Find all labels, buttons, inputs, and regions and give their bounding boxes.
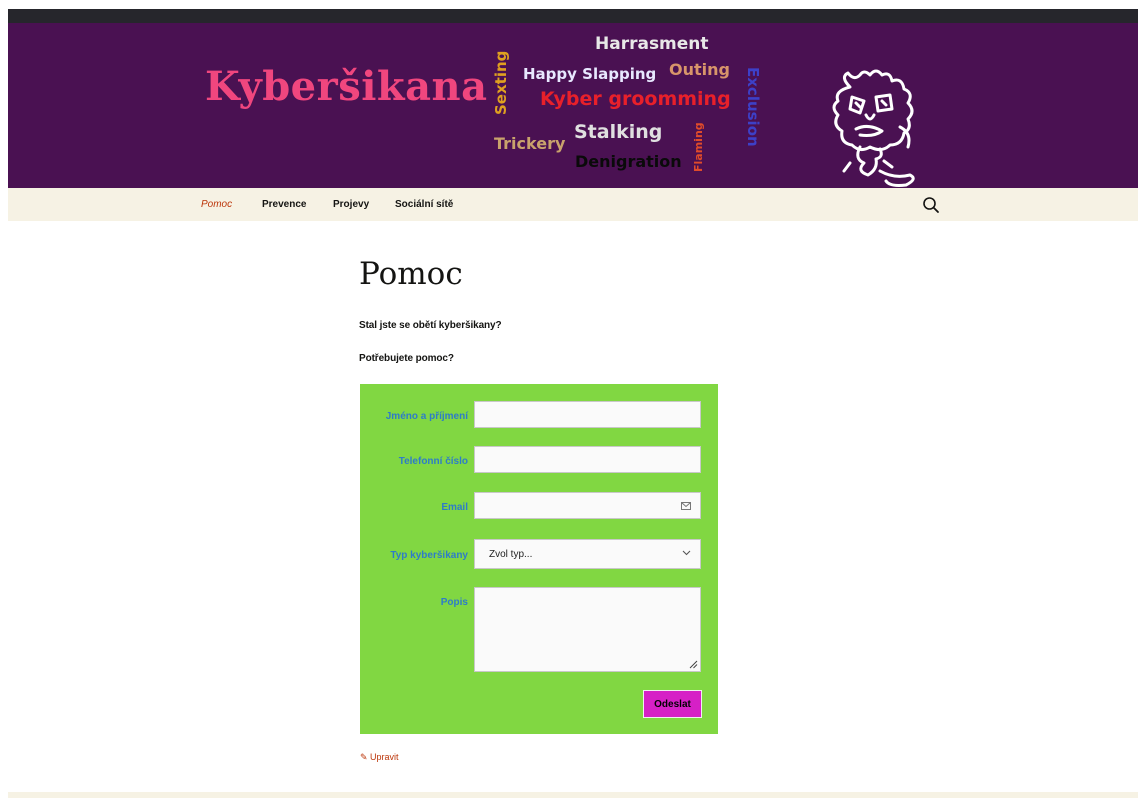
cloud-word-denigration: Denigration (575, 152, 682, 171)
email-label: Email (441, 502, 468, 513)
main-navigation: Pomoc Prevence Projevy Sociální sítě (8, 188, 1138, 221)
description-textarea[interactable] (474, 587, 701, 672)
edit-link[interactable]: ✎ Upravit (360, 752, 399, 763)
cloud-word-kyber-grooming: Kyber groomming (540, 88, 731, 110)
nav-item-prevence[interactable]: Prevence (262, 199, 306, 210)
description-label: Popis (440, 597, 468, 608)
chevron-down-icon (682, 550, 691, 556)
cloud-word-outing: Outing (669, 60, 730, 79)
doodle-face-image (832, 69, 915, 187)
resize-handle-icon[interactable] (689, 660, 698, 669)
cloud-word-sexting: Sexting (492, 50, 510, 115)
email-field[interactable] (474, 492, 701, 519)
name-field[interactable] (474, 401, 701, 428)
name-label: Jméno a příjmení (385, 411, 468, 422)
nav-item-projevy[interactable]: Projevy (333, 199, 369, 210)
page-title: Pomoc (359, 256, 463, 292)
nav-item-socialni-site[interactable]: Sociální sítě (395, 199, 453, 210)
type-select[interactable]: Zvol typ... (474, 539, 701, 569)
edit-link-label: Upravit (370, 752, 399, 762)
phone-label: Telefonní číslo (398, 456, 468, 467)
help-form: Jméno a příjmení Telefonní číslo Email T… (360, 384, 718, 734)
type-label: Typ kyberšikany (390, 550, 468, 561)
help-question: Potřebujete pomoc? (359, 353, 454, 364)
admin-bar (8, 9, 1138, 23)
type-select-value: Zvol typ... (489, 549, 533, 560)
cloud-word-stalking: Stalking (574, 121, 663, 143)
cloud-word-happy-slapping: Happy Slapping (523, 65, 657, 83)
cloud-word-exclusion: Exclusion (744, 67, 762, 147)
cloud-word-harrasment: Harrasment (595, 34, 709, 54)
intro-question: Stal jste se obětí kyberšikany? (359, 320, 502, 331)
cloud-word-trickery: Trickery (494, 134, 566, 153)
pencil-icon: ✎ (360, 752, 371, 762)
nav-item-pomoc[interactable]: Pomoc (201, 199, 232, 210)
phone-field[interactable] (474, 446, 701, 473)
submit-button[interactable]: Odeslat (643, 690, 702, 718)
site-header: Kyberšikana Harrasment Happy Slapping Ou… (8, 23, 1138, 188)
envelope-icon (681, 502, 691, 510)
site-title[interactable]: Kyberšikana (205, 63, 488, 110)
footer (8, 792, 1138, 798)
search-icon[interactable] (921, 195, 941, 215)
cloud-word-flaming: Flaming (692, 122, 705, 172)
